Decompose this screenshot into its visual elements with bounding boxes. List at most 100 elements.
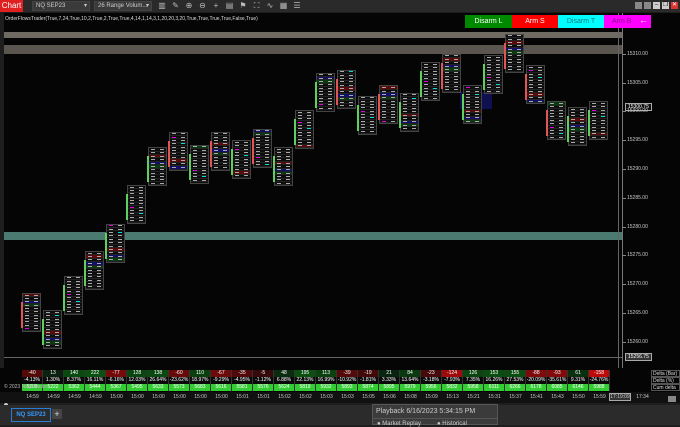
time-axis[interactable]: 17:19:09 17:34 14:59 14:59 14:59 14:59 15:00… (0, 392, 680, 403)
window-button[interactable] (635, 2, 642, 9)
flag-icon[interactable]: ⚑ (238, 1, 248, 11)
footprint-bar[interactable] (189, 144, 209, 184)
minimize-button[interactable]: – (653, 2, 660, 9)
footprint-bar[interactable] (462, 85, 482, 125)
window-button[interactable] (644, 2, 651, 9)
tab-bar: NQ SEP23 + (0, 405, 680, 425)
footprint-bar[interactable] (399, 92, 419, 132)
chart-menu-button[interactable]: Chart (0, 0, 23, 12)
delta-bar-cell: 61 (568, 370, 589, 377)
footprint-bar[interactable] (42, 310, 62, 350)
footprint-bar[interactable] (210, 131, 230, 171)
footprint-bar[interactable] (294, 109, 314, 149)
footprint-bar[interactable] (483, 55, 503, 95)
time-label: 15:00 (131, 394, 144, 400)
pencil-icon[interactable]: ✎ (171, 1, 181, 11)
bar-direction-edge (105, 232, 107, 259)
delta-pct-cell: 8.37% (64, 377, 85, 384)
time-label: 15:41 (530, 394, 543, 400)
close-button[interactable]: ✕ (671, 2, 678, 9)
footprint-bar[interactable] (315, 72, 335, 112)
price-tick: 15290.00 (623, 166, 648, 172)
footprint-bar[interactable] (84, 251, 104, 291)
footprint-bar[interactable] (126, 184, 146, 224)
footprint-cell (65, 310, 82, 314)
zoom-out-icon[interactable]: ⊖ (198, 1, 208, 11)
price-axis[interactable]: 15300.75 15256.75 15315.0015310.0015305.… (622, 13, 680, 368)
radio-historical[interactable]: ● Historical (437, 421, 467, 427)
time-label: 15:02 (278, 394, 291, 400)
footprint-bar[interactable] (336, 69, 356, 109)
time-label: 15:21 (467, 394, 480, 400)
footprint-bar[interactable] (546, 101, 566, 141)
radio-market-replay[interactable]: ● Market Replay (377, 421, 421, 427)
delta-bar-cell: -40 (22, 370, 43, 377)
strategy-icon[interactable]: ⛶ (252, 1, 262, 11)
scrollbar-thumb[interactable] (668, 396, 676, 402)
delta-bar-cell: -93 (547, 370, 568, 377)
indicator-label: OrderFlowsTrader(True,7,24,True,10,2,Tru… (5, 16, 258, 22)
footprint-cell (23, 327, 40, 331)
list-icon[interactable]: ☰ (292, 1, 302, 11)
footprint-bar[interactable] (504, 33, 524, 73)
cum-delta-cell: 5576 (253, 384, 274, 391)
footprint-bar[interactable] (567, 107, 587, 147)
zoom-in-icon[interactable]: ⊕ (184, 1, 194, 11)
delta-bar-cell: 222 (85, 370, 106, 377)
disarm-long-button[interactable]: Disarm L (465, 15, 512, 28)
bar-direction-edge (588, 110, 590, 137)
footprint-bar[interactable] (147, 147, 167, 187)
footprint-cell (44, 345, 61, 349)
cum-delta-cell: 5633 (148, 384, 169, 391)
footprint-bar[interactable] (63, 275, 83, 315)
bar-direction-edge (21, 301, 23, 328)
crosshair-icon[interactable]: + (211, 1, 221, 11)
footprint-bar[interactable] (105, 223, 125, 263)
time-label: 15:03 (341, 394, 354, 400)
footprint-bar[interactable] (357, 95, 377, 135)
footprint-bar[interactable] (420, 62, 440, 102)
delta-pct-cell: 13.64% (400, 377, 421, 384)
title-bar: Chart NQ SEP23 ▾ 26 Range Volum... ▾ ▥ ✎ ⊕ ⊖ +… (0, 0, 680, 12)
delta-bar-cell: 138 (148, 370, 169, 377)
indicator-icon[interactable]: ∿ (265, 1, 275, 11)
footprint-bar[interactable] (525, 65, 545, 105)
bars-icon[interactable]: ▥ (157, 1, 167, 11)
volume-zone-band (4, 232, 622, 240)
bar-direction-edge (525, 74, 527, 101)
restore-button[interactable]: ❐ (662, 2, 669, 9)
bar-direction-edge (357, 104, 359, 131)
cum-delta-cell: 5495 (127, 384, 148, 391)
calculator-icon[interactable]: ▦ (279, 1, 289, 11)
bar-type-selector[interactable]: 26 Range Volum... ▾ (94, 1, 152, 11)
price-tick: 15270.00 (623, 281, 648, 288)
bar-direction-edge (567, 116, 569, 143)
delta-pct-cell: 16.11% (85, 377, 106, 384)
delta-bar-cell: -67 (211, 370, 232, 377)
footprint-bar[interactable] (21, 292, 41, 332)
footprint-bar[interactable] (441, 53, 461, 93)
disarm-target-button[interactable]: Disarm T (558, 15, 604, 28)
chart-plot-area[interactable]: OrderFlowsTrader(True,7,24,True,10,2,Tru… (4, 13, 622, 368)
bar-direction-edge (504, 42, 506, 69)
bar-direction-edge (378, 94, 380, 121)
add-tab-button[interactable]: + (52, 409, 62, 419)
instrument-selector[interactable]: NQ SEP23 ▾ (32, 1, 90, 11)
time-label: 15:13 (446, 394, 459, 400)
delta-bar-cell: -124 (442, 370, 463, 377)
footprint-bar[interactable] (231, 140, 251, 180)
delta-pct-cell: -1.81% (358, 377, 379, 384)
arm-short-button[interactable]: Arm S (512, 15, 558, 28)
cum-delta-cell: 5367 (106, 384, 127, 391)
footprint-bar[interactable] (168, 131, 188, 171)
footprint-bar[interactable] (273, 147, 293, 187)
delta-pct-cell: -24.76% (589, 377, 610, 384)
footprint-bar[interactable] (252, 128, 272, 168)
footprint-bar[interactable] (378, 85, 398, 125)
footprint-cell (548, 136, 565, 140)
tab-nq-sep23[interactable]: NQ SEP23 (11, 408, 51, 422)
properties-icon[interactable]: ▤ (225, 1, 235, 11)
footprint-bar[interactable] (588, 101, 608, 141)
footprint-cell (233, 175, 250, 179)
time-label: 15:00 (194, 394, 207, 400)
